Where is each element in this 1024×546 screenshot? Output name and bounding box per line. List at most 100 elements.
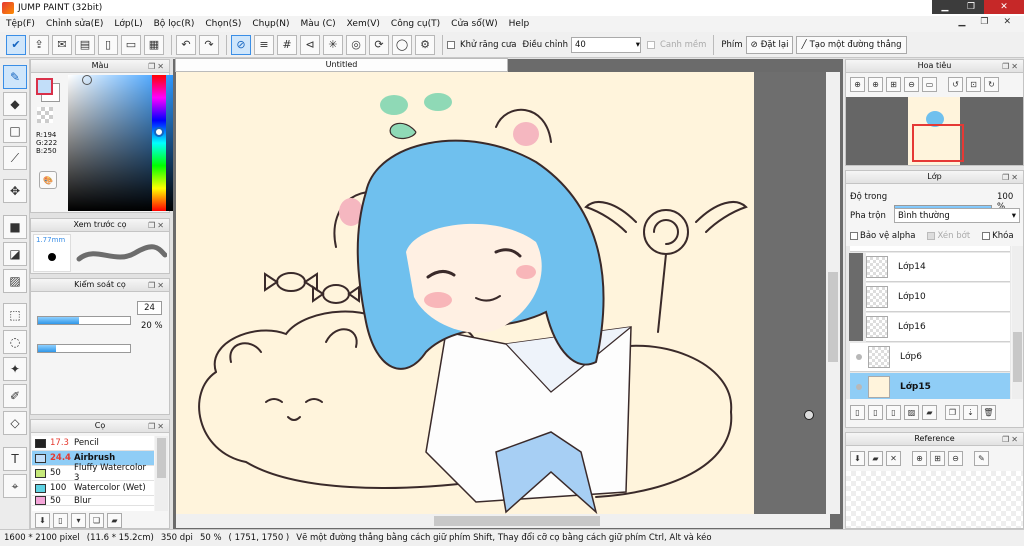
- menu-select[interactable]: Chọn(S): [205, 19, 241, 29]
- panel-controls-icon[interactable]: ❐✕: [148, 220, 166, 232]
- comment-icon[interactable]: ✉: [52, 34, 72, 55]
- brush-download-icon[interactable]: ⬇: [35, 513, 50, 528]
- curve-ruler-icon[interactable]: ⟳: [369, 34, 389, 55]
- stabilizer-icon[interactable]: ✔: [6, 34, 26, 55]
- perspective-ruler-icon[interactable]: ⊲: [300, 34, 320, 55]
- brush-item[interactable]: 100 Watercolor (Wet): [32, 481, 154, 496]
- tone-layer-icon[interactable]: ▨: [904, 405, 919, 420]
- layer-row[interactable]: Lớp6: [850, 343, 1010, 372]
- new-layer-alt-icon[interactable]: ▯: [868, 405, 883, 420]
- actual-size-icon[interactable]: ▭: [922, 77, 937, 92]
- reference-close-icon[interactable]: ✕: [886, 451, 901, 466]
- layer-scroll-thumb[interactable]: [1013, 332, 1022, 382]
- foreground-color-swatch[interactable]: [36, 78, 53, 95]
- ellipse-ruler-icon[interactable]: ◯: [392, 34, 412, 55]
- concentric-ruler-icon[interactable]: ◎: [346, 34, 366, 55]
- brush-options-icon[interactable]: ▾: [71, 513, 86, 528]
- navigator-preview[interactable]: [846, 97, 1023, 165]
- rotate-right-icon[interactable]: ↻: [984, 77, 999, 92]
- reset-button[interactable]: ⊘ Đặt lại: [745, 35, 794, 54]
- message-icon[interactable]: ▤: [75, 34, 95, 55]
- canvas-vertical-scrollbar[interactable]: [826, 72, 840, 514]
- vertical-scroll-thumb[interactable]: [828, 272, 838, 362]
- zoom-out-icon[interactable]: ⊖: [904, 77, 919, 92]
- menu-layer[interactable]: Lớp(L): [114, 19, 142, 29]
- layer-row[interactable]: Lớp16: [866, 313, 1010, 342]
- panel-controls-icon[interactable]: ❐✕: [1002, 434, 1020, 446]
- brush-size-input[interactable]: 24: [137, 301, 162, 315]
- horizontal-scroll-thumb[interactable]: [434, 516, 600, 526]
- brush-folder-icon[interactable]: ▰: [107, 513, 122, 528]
- doc-restore-button[interactable]: ❐: [980, 17, 988, 27]
- gradient-tool-icon[interactable]: ▨: [3, 269, 27, 293]
- zoom-fit-icon[interactable]: ⊕: [850, 77, 865, 92]
- reference-zoom-in-icon[interactable]: ⊕: [912, 451, 927, 466]
- brush-tool-icon[interactable]: ✎: [3, 65, 27, 89]
- layer-row[interactable]: Lớp10: [866, 283, 1010, 312]
- hue-slider[interactable]: [152, 75, 166, 211]
- hue-handle[interactable]: [154, 127, 164, 137]
- clipping-checkbox[interactable]: [927, 232, 936, 240]
- fit-screen-icon[interactable]: ⊞: [886, 77, 901, 92]
- menu-edit[interactable]: Chỉnh sửa(E): [46, 19, 103, 29]
- canvas-horizontal-scrollbar[interactable]: [176, 514, 830, 528]
- line-tool-icon[interactable]: ⟋: [3, 146, 27, 170]
- navigator-viewport[interactable]: [912, 124, 964, 162]
- close-button[interactable]: ✕: [984, 0, 1024, 14]
- doc-close-button[interactable]: ✕: [1003, 17, 1011, 27]
- reference-eyedropper-icon[interactable]: ✎: [974, 451, 989, 466]
- rect-select-tool-icon[interactable]: ⬚: [3, 303, 27, 327]
- parallel-ruler-icon[interactable]: ≡: [254, 34, 274, 55]
- reference-canvas[interactable]: [846, 471, 1023, 528]
- menu-color[interactable]: Màu (C): [301, 19, 336, 29]
- shape-tool-icon[interactable]: □: [3, 119, 27, 143]
- redo-icon[interactable]: ↷: [199, 34, 219, 55]
- layer-visibility-icon[interactable]: [856, 384, 862, 390]
- color-picker-handle[interactable]: [82, 75, 92, 85]
- reference-open-icon[interactable]: ▰: [868, 451, 883, 466]
- blend-mode-select[interactable]: Bình thường ▾: [894, 208, 1020, 223]
- menu-capture[interactable]: Chụp(N): [252, 19, 289, 29]
- eyedropper-tool-icon[interactable]: ⌖: [3, 474, 27, 498]
- panel-controls-icon[interactable]: ❐✕: [1002, 172, 1020, 184]
- minimize-button[interactable]: ▁: [932, 0, 958, 14]
- brush-new-icon[interactable]: ▯: [53, 513, 68, 528]
- palette-icon[interactable]: 🎨: [39, 171, 57, 189]
- layer-row-selected[interactable]: Lớp15: [850, 373, 1010, 399]
- layer-visibility-icon[interactable]: [856, 354, 862, 360]
- move-tool-icon[interactable]: ✥: [3, 179, 27, 203]
- menu-file[interactable]: Tệp(F): [6, 19, 35, 29]
- grid-layout-icon[interactable]: ▦: [144, 34, 164, 55]
- panel-controls-icon[interactable]: ❐✕: [148, 280, 166, 292]
- brush-item[interactable]: 17.3 Pencil: [32, 436, 154, 451]
- brush-list-scroll-thumb[interactable]: [157, 438, 166, 478]
- brush-item[interactable]: 50 Blur: [32, 496, 154, 506]
- grid-ruler-icon[interactable]: #: [277, 34, 297, 55]
- text-tool-icon[interactable]: T: [3, 447, 27, 471]
- page-icon[interactable]: ▯: [98, 34, 118, 55]
- smooth-checkbox[interactable]: [646, 40, 655, 49]
- select-pen-tool-icon[interactable]: ✐: [3, 384, 27, 408]
- layer-list-scrollbar[interactable]: [1012, 246, 1023, 399]
- duplicate-layer-icon[interactable]: ❐: [945, 405, 960, 420]
- fill-rect-tool-icon[interactable]: ■: [3, 215, 27, 239]
- select-eraser-tool-icon[interactable]: ◇: [3, 411, 27, 435]
- bucket-tool-icon[interactable]: ◪: [3, 242, 27, 266]
- ruler-off-icon[interactable]: ⊘: [231, 34, 251, 55]
- brush-duplicate-icon[interactable]: ❏: [89, 513, 104, 528]
- menu-window[interactable]: Cửa sổ(W): [451, 19, 497, 29]
- menu-help[interactable]: Help: [509, 19, 530, 29]
- layer-folder-icon[interactable]: ▰: [922, 405, 937, 420]
- delete-layer-icon[interactable]: 🗑: [981, 405, 996, 420]
- doc-minimize-button[interactable]: ▁: [958, 17, 965, 27]
- rotate-left-icon[interactable]: ↺: [948, 77, 963, 92]
- brush-item[interactable]: 50 Fluffy Watercolor 3: [32, 463, 154, 483]
- transparent-color-swatch[interactable]: [37, 107, 53, 123]
- antialias-checkbox[interactable]: [447, 40, 455, 49]
- document-tab[interactable]: Untitled: [175, 58, 508, 72]
- radial-ruler-icon[interactable]: ✳: [323, 34, 343, 55]
- lasso-tool-icon[interactable]: ◌: [3, 330, 27, 354]
- reference-fit-icon[interactable]: ⊞: [930, 451, 945, 466]
- brush-size-slider[interactable]: [37, 316, 131, 325]
- zoom-in-icon[interactable]: ⊕: [868, 77, 883, 92]
